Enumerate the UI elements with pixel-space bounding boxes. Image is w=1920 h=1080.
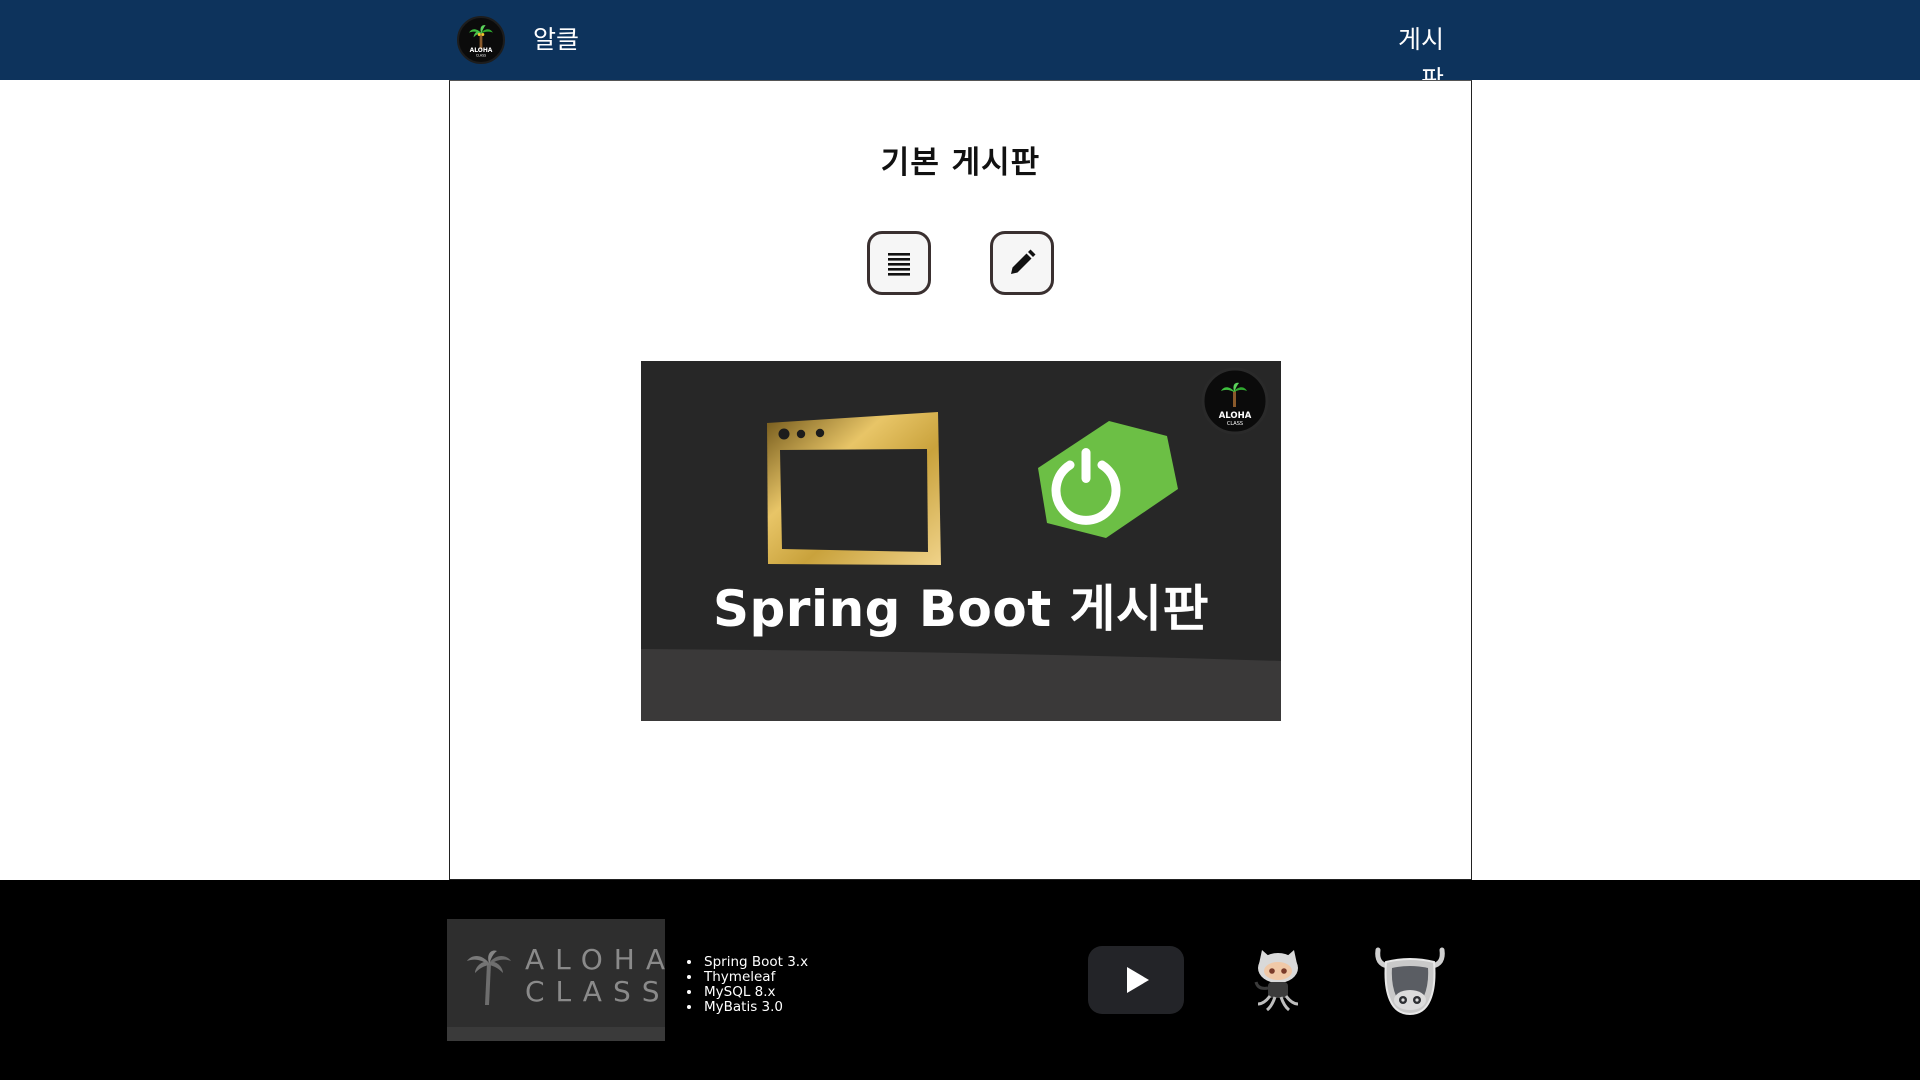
write-button[interactable] <box>990 231 1054 295</box>
main-content: 기본 게시판 ALOHA CLASS Spring Boot 게시판 <box>449 80 1472 880</box>
brand-name-link[interactable]: 알클 <box>533 20 579 60</box>
spring-boot-banner-image: ALOHA CLASS Spring Boot 게시판 <box>641 361 1281 721</box>
page-title: 기본 게시판 <box>880 145 1041 181</box>
list-item: MySQL 8.x <box>702 985 808 1000</box>
banner-badge-text-bottom: CLASS <box>1227 421 1243 427</box>
youtube-link[interactable] <box>1086 940 1186 1020</box>
youtube-icon <box>1088 946 1184 1014</box>
logo-text-bottom: CLASS <box>476 54 486 58</box>
tech-stack-list: Spring Boot 3.x Thymeleaf MySQL 8.x MyBa… <box>688 955 808 1015</box>
banner-badge-text-top: ALOHA <box>1219 411 1252 421</box>
cow-link[interactable] <box>1370 940 1450 1020</box>
footer-logo-shade <box>447 1027 665 1041</box>
cow-icon <box>1375 947 1445 1016</box>
top-navbar: ALOHA CLASS 알클 게시판 <box>0 0 1920 94</box>
aloha-class-logo[interactable]: ALOHA CLASS <box>457 16 505 64</box>
footer-logo-line2: CLASS <box>525 975 665 1008</box>
palm-tree-icon <box>467 950 511 1005</box>
list-icon <box>888 253 910 276</box>
footer: ALOHA CLASS Spring Boot 3.x Thymeleaf My… <box>0 880 1920 1080</box>
list-item: Thymeleaf <box>702 970 808 985</box>
list-item: MyBatis 3.0 <box>702 1000 808 1015</box>
pencil-icon <box>1011 249 1036 274</box>
nav-board-link[interactable]: 게시판 <box>1380 20 1444 94</box>
github-icon <box>1254 950 1299 1012</box>
github-link[interactable] <box>1248 940 1308 1020</box>
footer-aloha-class-logo: ALOHA CLASS <box>447 919 665 1041</box>
banner-title: Spring Boot 게시판 <box>712 580 1209 638</box>
list-button[interactable] <box>867 231 931 295</box>
footer-logo-line1: ALOHA <box>525 943 665 976</box>
list-item: Spring Boot 3.x <box>702 955 808 970</box>
